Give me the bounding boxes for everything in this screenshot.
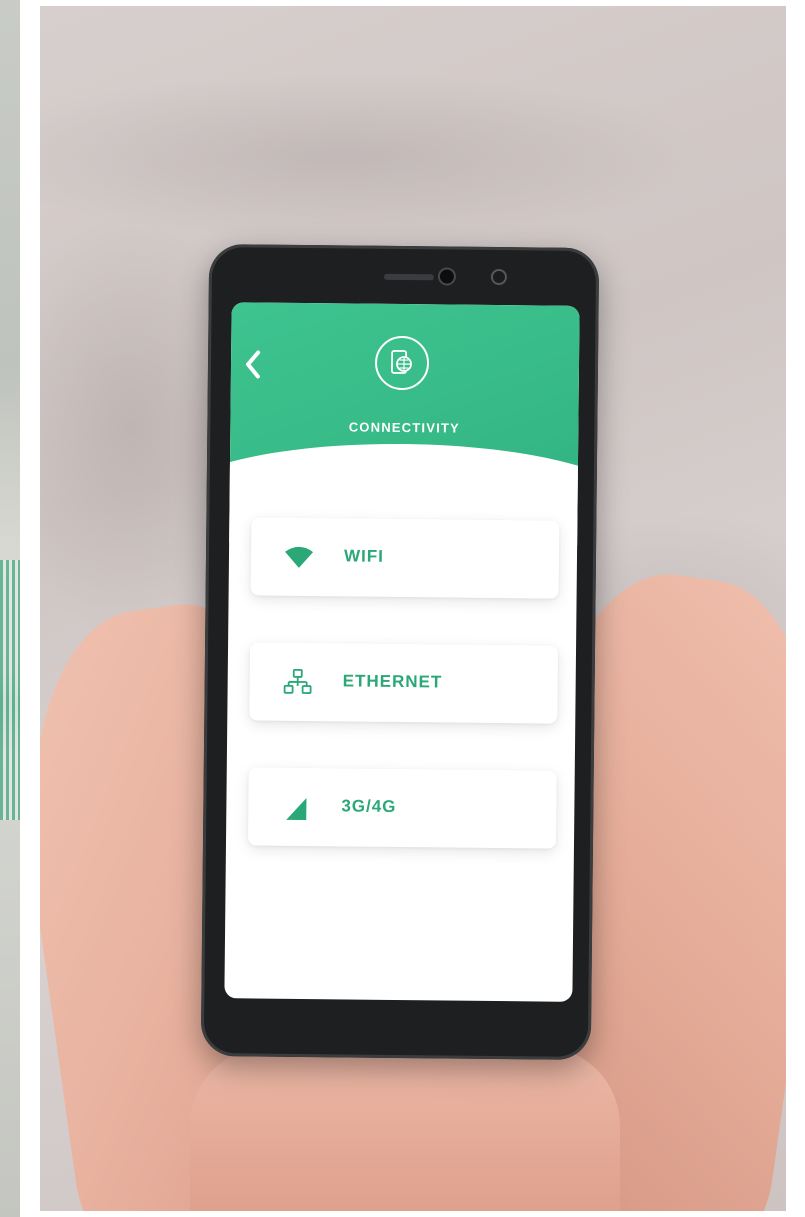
option-ethernet[interactable]: ETHERNET bbox=[249, 642, 559, 724]
sensor bbox=[492, 270, 505, 284]
cellular-signal-icon bbox=[286, 798, 307, 821]
image-divider bbox=[20, 0, 40, 1217]
option-wifi[interactable]: WIFI bbox=[250, 517, 560, 599]
option-label: WIFI bbox=[343, 546, 384, 566]
app-screen: CONNECTIVITY WIFI ETHERNET 3G/4G bbox=[224, 302, 580, 1002]
option-cellular[interactable]: 3G/4G bbox=[247, 767, 557, 849]
chevron-left-icon bbox=[246, 350, 261, 379]
adjacent-photo-detail bbox=[0, 560, 20, 820]
phone-globe-icon bbox=[391, 350, 412, 374]
earpiece-speaker bbox=[383, 273, 434, 281]
back-button[interactable] bbox=[239, 346, 269, 382]
front-camera bbox=[439, 269, 455, 284]
phone-device: CONNECTIVITY WIFI ETHERNET 3G/4G bbox=[200, 243, 600, 1061]
connectivity-badge bbox=[374, 335, 430, 391]
option-label: ETHERNET bbox=[342, 671, 443, 692]
adjacent-photo-strip bbox=[0, 0, 20, 1217]
network-icon bbox=[283, 668, 312, 694]
wifi-icon bbox=[285, 546, 314, 568]
palm bbox=[190, 1046, 620, 1211]
option-label: 3G/4G bbox=[341, 796, 397, 816]
